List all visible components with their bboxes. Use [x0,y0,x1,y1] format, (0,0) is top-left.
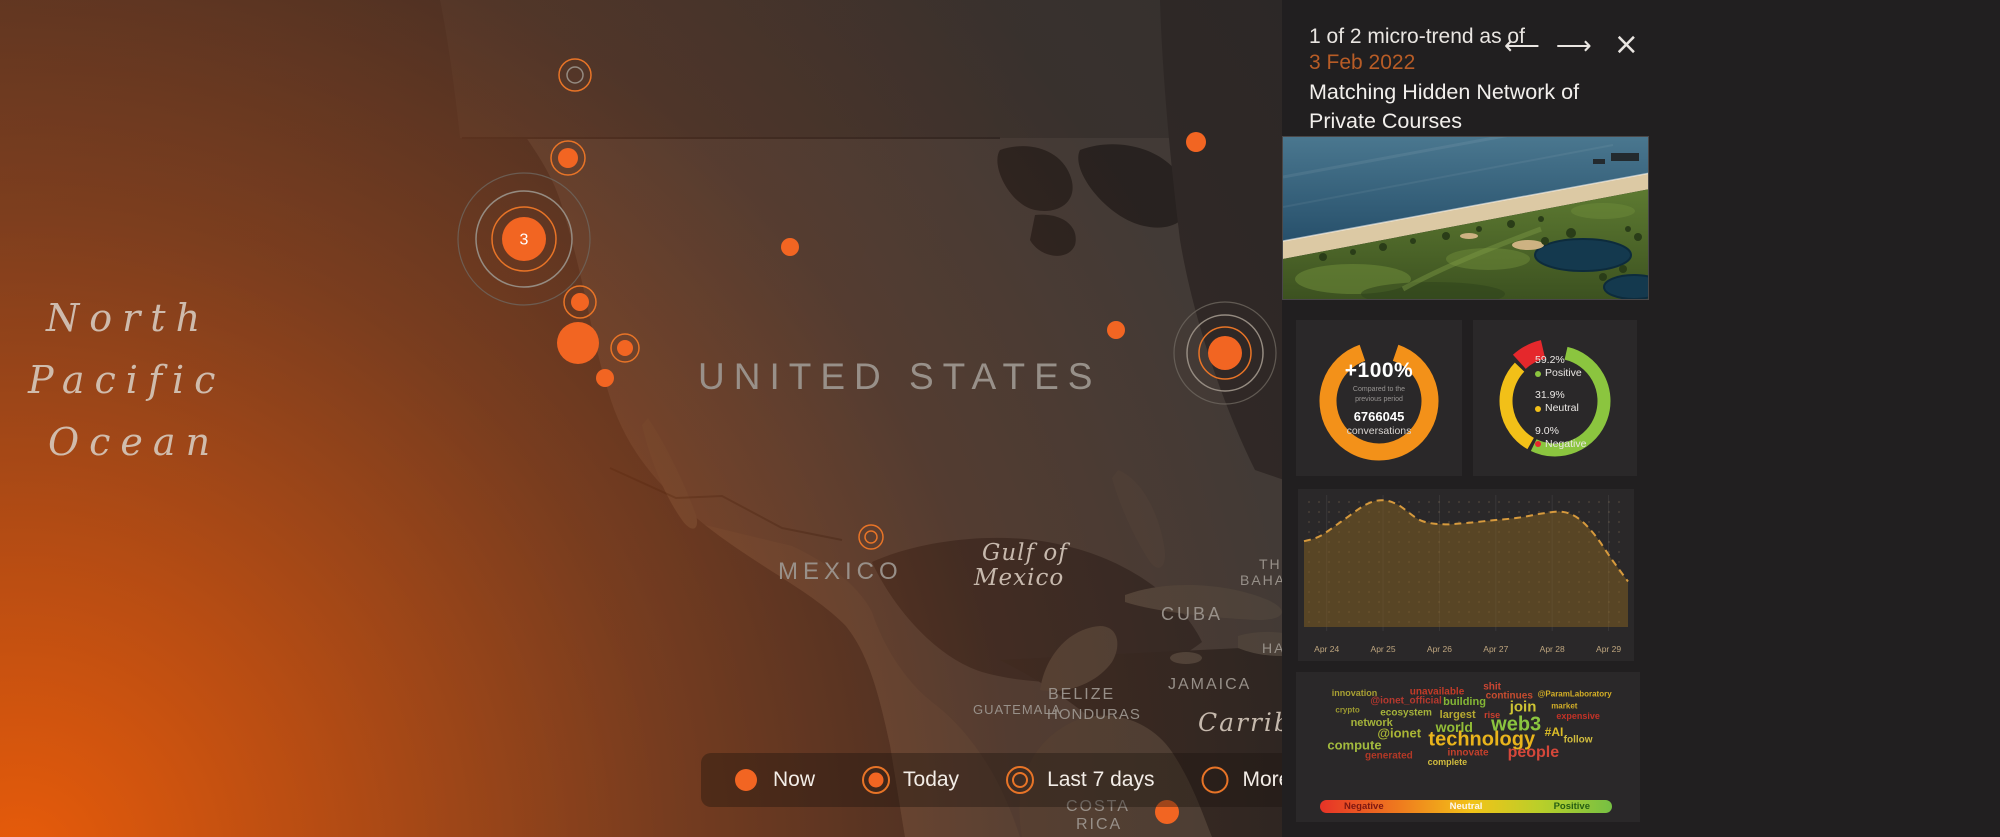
older-marker-icon [1198,763,1232,797]
map-marker[interactable] [596,369,614,387]
cloud-word[interactable]: @ionet [1377,726,1421,741]
map-marker[interactable] [1107,321,1125,339]
trend-date: 3 Feb 2022 [1309,49,2000,76]
map-marker[interactable] [557,322,599,364]
cloud-word[interactable]: @ionet_official [1370,696,1441,707]
volume-donut-chart [1304,323,1454,473]
scale-positive-label: Positive [1554,801,1590,812]
x-tick-label: Apr 24 [1314,644,1339,654]
cloud-word[interactable]: crypto [1335,706,1359,715]
legend-item-last7[interactable]: Last 7 days [1003,763,1154,797]
today-marker-icon [859,763,893,797]
svg-text:3: 3 [520,232,529,249]
map-marker[interactable] [559,59,591,91]
legend-label: Now [773,768,815,792]
cloud-word[interactable]: join [1510,698,1537,715]
map-marker-cluster[interactable]: 3 [458,173,590,305]
next-trend-button[interactable]: ⟶ [1556,33,1592,58]
cloud-word[interactable]: complete [1428,757,1468,767]
map-marker[interactable] [611,334,639,362]
cloud-word[interactable]: generated [1365,750,1413,761]
x-tick-label: Apr 27 [1483,644,1508,654]
word-cloud-card: innovationunavailableshitcontinues@Param… [1296,672,1640,822]
cloud-word[interactable]: @ParamLaboratory [1538,690,1612,699]
last7-marker-icon [1003,763,1037,797]
x-tick-label: Apr 29 [1596,644,1621,654]
map-marker[interactable] [781,238,799,256]
legend-label: Last 7 days [1047,768,1154,792]
legend-label: Today [903,768,959,792]
sentiment-donut-chart [1480,323,1630,473]
conversation-volume-card: +100% Compared to the previous period 67… [1296,320,1462,476]
cloud-word[interactable]: expensive [1556,711,1600,721]
now-marker-icon [729,763,763,797]
sentiment-card: 59.2%Positive31.9%Neutral9.0%Negative [1473,320,1637,476]
legend-item-today[interactable]: Today [859,763,959,797]
cloud-word[interactable]: follow [1564,735,1593,746]
legend-item-now[interactable]: Now [729,763,815,797]
map-legend: NowTodayLast 7 daysMore than 7 days ago [701,753,1301,807]
x-tick-label: Apr 28 [1540,644,1565,654]
trend-counter: 1 of 2 micro-trend as of [1309,24,2000,49]
x-tick-label: Apr 26 [1427,644,1452,654]
map-marker[interactable] [551,141,585,175]
cloud-word[interactable]: #AI [1545,725,1564,739]
scale-neutral-label: Neutral [1450,801,1483,812]
scale-negative-label: Negative [1344,801,1384,812]
map-marker[interactable] [1186,132,1206,152]
trend-photo [1282,136,1649,300]
cloud-word[interactable]: building [1443,696,1486,708]
close-panel-button[interactable]: × [1614,30,1639,60]
volume-timeline-card: Apr 24 Apr 25 Apr 26 Apr 27 Apr 28 Apr 29 [1298,489,1634,661]
micro-trend-panel: 1 of 2 micro-trend as of 3 Feb 2022 ⟵ ⟶ … [1282,0,2000,837]
map-marker[interactable] [1174,302,1276,404]
map-marker[interactable] [564,286,596,318]
word-cloud: innovationunavailableshitcontinues@Param… [1296,672,1640,788]
sentiment-scale-bar: Negative Neutral Positive [1320,800,1612,813]
map-marker[interactable] [859,525,883,549]
cloud-word[interactable]: market [1551,701,1577,710]
trend-title: Matching Hidden Network of Private Cours… [1309,78,1644,136]
prev-trend-button[interactable]: ⟵ [1504,33,1540,58]
golf-course-photo-illustration [1283,137,1649,300]
cloud-word[interactable]: people [1508,744,1560,762]
panel-header: 1 of 2 micro-trend as of 3 Feb 2022 ⟵ ⟶ … [1282,0,2000,76]
volume-area-chart [1298,489,1634,661]
x-tick-label: Apr 25 [1371,644,1396,654]
